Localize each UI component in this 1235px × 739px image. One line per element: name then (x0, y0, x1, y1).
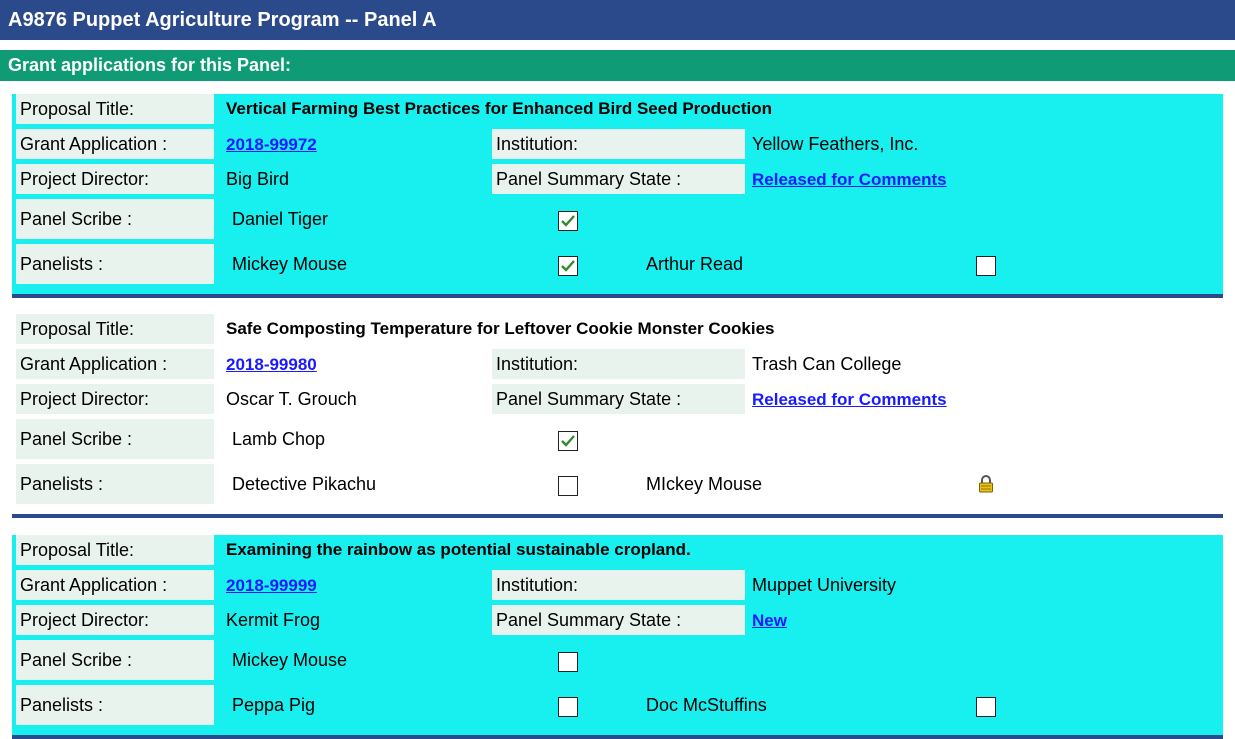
panelist-checkbox[interactable] (558, 256, 578, 276)
project-director-value: Big Bird (226, 169, 290, 189)
checkmark-icon (561, 260, 575, 272)
panel-summary-state-label: Panel Summary State : (492, 384, 745, 414)
proposal-title: Safe Composting Temperature for Leftover… (226, 319, 775, 338)
panel-summary-state-link[interactable]: New (752, 611, 787, 630)
grant-application-link[interactable]: 2018-99999 (226, 576, 317, 595)
lock-icon (979, 475, 993, 493)
panel-scribe-checkbox[interactable] (558, 431, 578, 451)
grant-application-link[interactable]: 2018-99972 (226, 135, 317, 154)
page-title: A9876 Puppet Agriculture Program -- Pane… (0, 0, 1235, 40)
panelist-name: Arthur Read (646, 254, 744, 274)
project-director-value: Oscar T. Grouch (226, 389, 357, 409)
panel-scribe-label: Panel Scribe : (16, 640, 214, 680)
panelists-label: Panelists : (16, 244, 214, 284)
panel-scribe-name: Daniel Tiger (232, 209, 329, 229)
institution-label: Institution: (492, 349, 745, 379)
proposal-block-2: Proposal Title: Safe Composting Temperat… (12, 314, 1223, 518)
panelists-label: Panelists : (16, 685, 214, 725)
checkmark-icon (561, 435, 575, 447)
panel-summary-state-link[interactable]: Released for Comments (752, 170, 947, 189)
grant-application-label: Grant Application : (16, 349, 214, 379)
proposal-title: Examining the rainbow as potential susta… (226, 540, 691, 559)
panel-scribe-label: Panel Scribe : (16, 199, 214, 239)
panelist-checkbox[interactable] (976, 697, 996, 717)
section-header: Grant applications for this Panel: (0, 50, 1235, 81)
project-director-label: Project Director: (16, 164, 214, 194)
proposal-title-label: Proposal Title: (16, 314, 214, 344)
panelist-checkbox[interactable] (558, 476, 578, 496)
project-director-value: Kermit Frog (226, 610, 321, 630)
panelist-name: Detective Pikachu (232, 474, 377, 494)
panel-summary-state-label: Panel Summary State : (492, 605, 745, 635)
panel-summary-state-link[interactable]: Released for Comments (752, 390, 947, 409)
institution-label: Institution: (492, 570, 745, 600)
institution-value: Yellow Feathers, Inc. (752, 134, 919, 154)
proposal-block-1: Proposal Title: Vertical Farming Best Pr… (12, 94, 1223, 298)
panel-scribe-checkbox[interactable] (558, 211, 578, 231)
panelist-checkbox[interactable] (976, 256, 996, 276)
proposal-title-label: Proposal Title: (16, 94, 214, 124)
grant-application-link[interactable]: 2018-99980 (226, 355, 317, 374)
panel-scribe-label: Panel Scribe : (16, 419, 214, 459)
panelist-name: Doc McStuffins (646, 695, 767, 715)
panelist-name: Mickey Mouse (232, 254, 348, 274)
panel-scribe-name: Mickey Mouse (232, 650, 348, 670)
proposal-title: Vertical Farming Best Practices for Enha… (226, 99, 773, 118)
panelist-checkbox[interactable] (558, 697, 578, 717)
panelist-name: MIckey Mouse (646, 474, 763, 494)
project-director-label: Project Director: (16, 605, 214, 635)
proposal-block-3: Proposal Title: Examining the rainbow as… (12, 535, 1223, 739)
panel-scribe-checkbox[interactable] (558, 652, 578, 672)
institution-value: Muppet University (752, 575, 897, 595)
panel-summary-state-label: Panel Summary State : (492, 164, 745, 194)
checkmark-icon (561, 215, 575, 227)
institution-value: Trash Can College (752, 354, 902, 374)
project-director-label: Project Director: (16, 384, 214, 414)
institution-label: Institution: (492, 129, 745, 159)
panelists-label: Panelists : (16, 464, 214, 504)
grant-application-label: Grant Application : (16, 129, 214, 159)
panelist-name: Peppa Pig (232, 695, 316, 715)
grant-application-label: Grant Application : (16, 570, 214, 600)
panel-scribe-name: Lamb Chop (232, 429, 326, 449)
proposal-title-label: Proposal Title: (16, 535, 214, 565)
